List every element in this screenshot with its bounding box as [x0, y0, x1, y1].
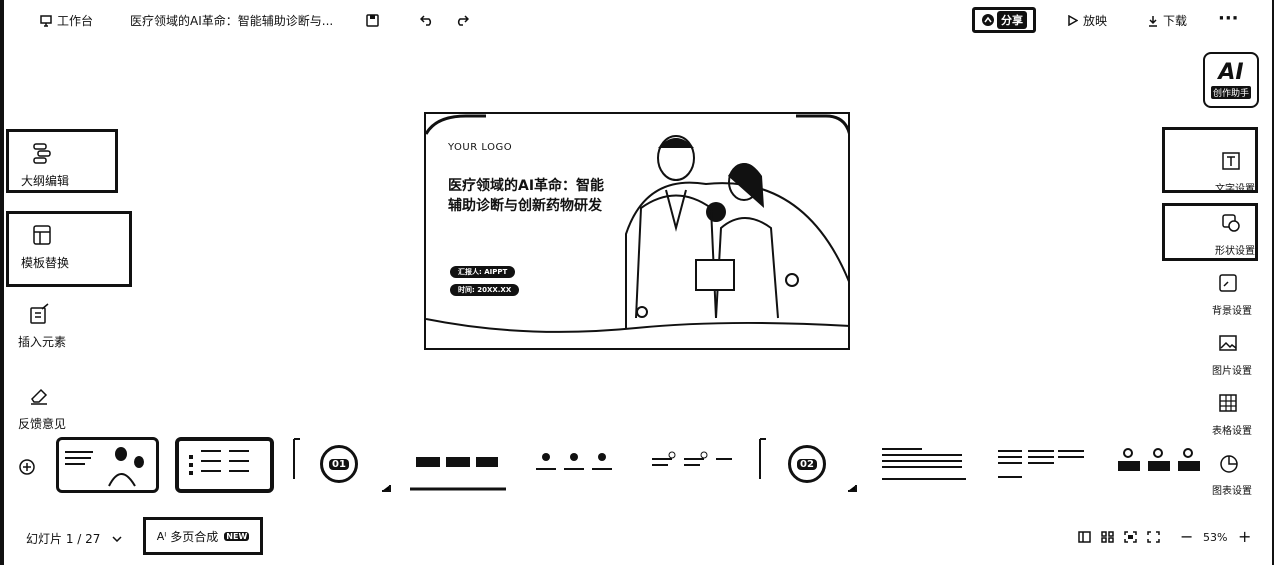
thumbnail-preview	[65, 447, 144, 487]
insert-element-label: 插入元素	[18, 335, 67, 349]
main-slide-canvas[interactable]: YOUR LOGO 医疗领域的AI革命：智能辅助诊断与创新药物研发 汇报人: A…	[424, 112, 850, 350]
slide-thumbnail-10[interactable]	[1108, 437, 1210, 493]
download-label: 下载	[1163, 14, 1188, 28]
add-slide-icon[interactable]	[19, 459, 35, 475]
insert-element-tool[interactable]: 插入元素	[6, 293, 118, 357]
download-icon	[1149, 15, 1157, 27]
document-title[interactable]: 医疗领域的AI革命：智能辅助诊断与...	[130, 12, 333, 29]
template-replace-tool[interactable]: 模板替换	[6, 211, 132, 287]
table-icon	[1219, 394, 1237, 412]
slide-thumbnail-3[interactable]: 01	[292, 437, 394, 493]
zoom-out-button[interactable]: −	[1180, 527, 1193, 546]
fit-screen-icon[interactable]	[1124, 531, 1137, 543]
thumbnail-frame	[759, 438, 857, 492]
slide-counter-text: 幻灯片 1 / 27	[26, 532, 101, 546]
grid-view-icon[interactable]	[1101, 531, 1114, 543]
download-button[interactable]: 下载	[1148, 12, 1187, 29]
ai-icon: Aᴵ	[156, 529, 167, 543]
workspace-button[interactable]: 工作台	[40, 12, 93, 29]
image-icon	[1219, 335, 1237, 351]
outline-icon	[33, 143, 51, 164]
feedback-icon	[31, 388, 48, 405]
doctors-illustration	[635, 135, 779, 319]
slide-title: 医疗领域的AI革命：智能辅助诊断与创新药物研发	[448, 178, 605, 214]
share-icon	[982, 14, 994, 26]
ai-assistant-button[interactable]: AI 创作助手	[1203, 52, 1259, 108]
shape-settings-label: 形状设置	[1215, 246, 1255, 257]
background-settings-label: 背景设置	[1212, 306, 1252, 317]
share-button[interactable]: 分享	[972, 7, 1036, 33]
workspace-label: 工作台	[57, 14, 94, 28]
fullscreen-icon[interactable]	[1147, 531, 1160, 543]
background-icon	[1219, 274, 1237, 292]
save-icon[interactable]	[366, 14, 379, 27]
feedback-tool[interactable]: 反馈意见	[6, 375, 118, 439]
thumbnail-preview	[1118, 448, 1200, 471]
text-icon	[1222, 152, 1240, 170]
time-badge: 时间: 20XX.XX	[450, 284, 520, 296]
feedback-label: 反馈意见	[18, 417, 67, 431]
normal-view-icon[interactable]	[1078, 531, 1091, 543]
ai-logo-text: AI	[1218, 59, 1244, 85]
slide-thumbnail-8[interactable]	[874, 437, 976, 493]
thumbnail-preview	[536, 453, 612, 470]
template-replace-label: 模板替换	[21, 256, 70, 270]
monitor-icon	[40, 14, 52, 27]
table-settings-label: 表格设置	[1212, 426, 1252, 437]
zoom-in-button[interactable]: +	[1238, 527, 1251, 546]
chart-settings-label: 图表设置	[1212, 486, 1252, 497]
new-badge: NEW	[224, 531, 250, 541]
shape-icon	[1222, 214, 1240, 232]
present-button[interactable]: 放映	[1068, 12, 1107, 29]
text-settings-label: 文字设置	[1215, 184, 1255, 195]
multi-page-label: 多页合成	[170, 529, 219, 544]
text-settings-tool[interactable]: 文字设置	[1162, 127, 1258, 195]
left-frame-edge	[0, 0, 4, 565]
slide-counter[interactable]: 幻灯片 1 / 27	[26, 530, 122, 547]
presenter-badge: 汇报人: AIPPT	[450, 266, 516, 278]
chart-icon	[1220, 455, 1238, 473]
ai-assistant-label: 创作助手	[1210, 85, 1251, 99]
multi-page-compose-button[interactable]: Aᴵ 多页合成 NEW	[143, 517, 263, 555]
thumbnail-preview	[998, 450, 1084, 478]
slide-thumbnail-9[interactable]	[990, 437, 1092, 493]
zoom-level: 53%	[1203, 531, 1228, 544]
slide-thumbnail-1[interactable]	[56, 437, 159, 493]
thumbnail-preview	[882, 448, 966, 480]
redo-icon[interactable]	[455, 14, 469, 26]
play-icon	[1068, 15, 1078, 26]
present-label: 放映	[1083, 14, 1108, 28]
image-settings-tool[interactable]: 图片设置	[1162, 326, 1258, 384]
slide-thumbnail-5[interactable]	[524, 437, 626, 493]
table-settings-tool[interactable]: 表格设置	[1162, 386, 1258, 444]
outline-edit-tool[interactable]: 大纲编辑	[6, 129, 118, 193]
insert-element-icon	[30, 303, 49, 324]
share-label: 分享	[997, 11, 1027, 29]
image-settings-label: 图片设置	[1212, 366, 1252, 377]
slide-thumbnail-4[interactable]	[408, 437, 510, 493]
thumbnail-preview	[652, 451, 732, 466]
slide-thumbnail-6[interactable]	[640, 437, 742, 493]
more-options-icon[interactable]: ···	[1218, 8, 1239, 29]
undo-icon[interactable]	[420, 14, 434, 26]
top-toolbar: 工作台 医疗领域的AI革命：智能辅助诊断与... 分享 放映 下载 ···	[0, 0, 1280, 44]
slide-logo: YOUR LOGO	[448, 142, 513, 153]
slide-thumbnail-2[interactable]	[175, 437, 274, 493]
outline-edit-label: 大纲编辑	[21, 174, 70, 188]
shape-settings-tool[interactable]: 形状设置	[1162, 203, 1258, 261]
template-icon	[33, 225, 51, 245]
thumbnail-preview	[410, 457, 506, 491]
thumbnail-frame	[293, 438, 391, 492]
view-controls	[1078, 531, 1160, 543]
document-title-text: 医疗领域的AI革命：智能辅助诊断与...	[130, 14, 334, 28]
right-frame-edge	[1272, 0, 1274, 565]
slide-thumbnail-7[interactable]: 02	[758, 437, 860, 493]
background-settings-tool[interactable]: 背景设置	[1162, 266, 1258, 324]
chevron-down-icon	[112, 535, 122, 542]
thumbnail-preview	[189, 450, 249, 475]
